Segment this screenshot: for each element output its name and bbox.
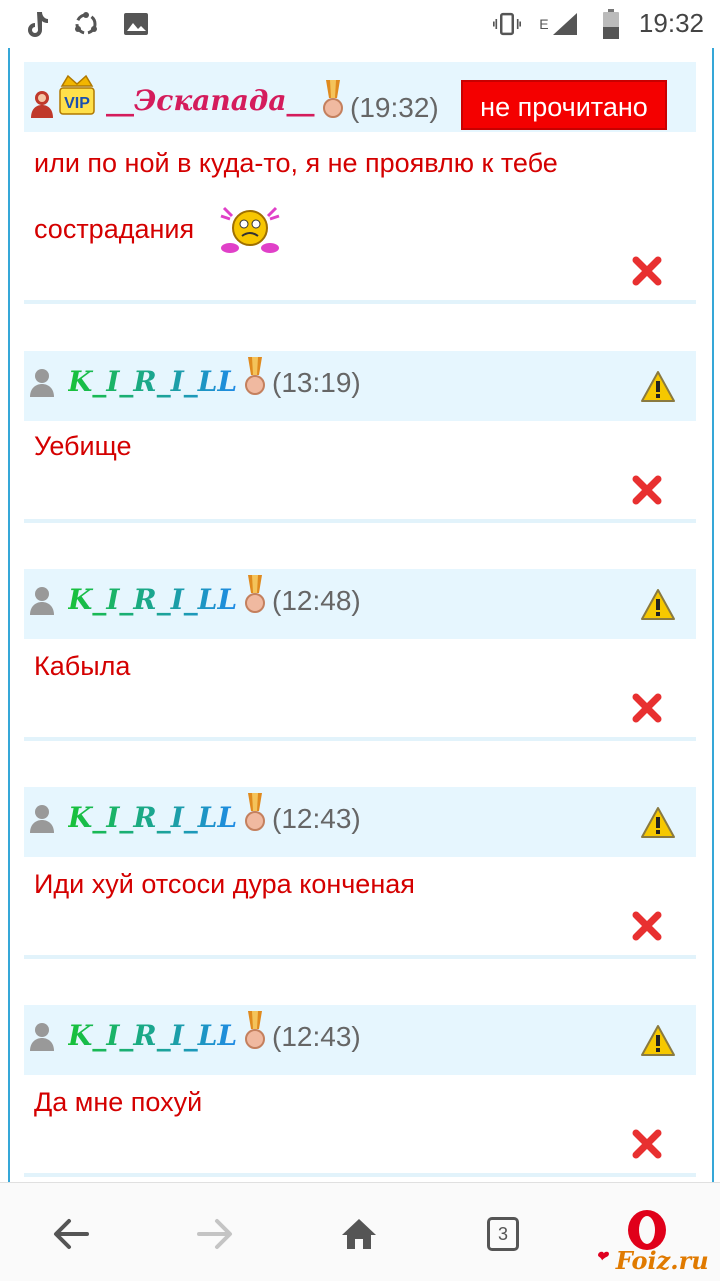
heart-icon: ❤	[596, 1249, 608, 1265]
message-separator	[24, 519, 696, 523]
medal-icon	[244, 357, 266, 397]
report-warning-icon[interactable]	[640, 369, 676, 405]
message-text-line: или по ной в куда-то, я не проявлю к теб…	[34, 148, 558, 178]
medal-icon	[244, 575, 266, 615]
tabs-button[interactable]: 3	[478, 1209, 528, 1259]
watermark-logo: ❤ Foiz.ru	[596, 1246, 709, 1275]
message-text: Уебище	[34, 431, 132, 461]
user-avatar-icon[interactable]	[28, 1021, 56, 1051]
message-text-line: сострадания	[34, 196, 558, 262]
tiktok-icon	[22, 10, 50, 38]
delete-message-icon[interactable]	[632, 911, 662, 941]
unread-badge: не прочитано	[461, 80, 667, 130]
report-warning-icon[interactable]	[640, 805, 676, 841]
watermark-text: Foiz.ru	[615, 1246, 709, 1275]
forward-button[interactable]	[190, 1209, 240, 1259]
back-button[interactable]	[46, 1209, 96, 1259]
user-avatar-icon[interactable]	[28, 585, 56, 615]
message-text: Кабыла	[34, 651, 131, 681]
user-nickname[interactable]: K_I_R_I_LL	[68, 583, 237, 616]
status-icons-left	[22, 10, 150, 38]
vip-badge-icon: VIP	[58, 72, 96, 118]
message-separator	[24, 737, 696, 741]
message-text-line-2: сострадания	[34, 214, 195, 244]
report-warning-icon[interactable]	[640, 587, 676, 623]
report-warning-icon[interactable]	[640, 1023, 676, 1059]
message-time: (12:43)	[272, 1021, 361, 1052]
message-time: (12:48)	[272, 585, 361, 616]
tabs-count: 3	[487, 1217, 519, 1251]
message-time: (12:43)	[272, 803, 361, 834]
home-button[interactable]	[334, 1209, 384, 1259]
medal-icon	[244, 1011, 266, 1051]
vibrate-icon	[492, 10, 521, 38]
medal-icon	[322, 80, 344, 120]
battery-icon	[597, 8, 625, 39]
network-type-label: E	[539, 15, 549, 32]
delete-message-icon[interactable]	[632, 475, 662, 505]
delete-message-icon[interactable]	[632, 693, 662, 723]
user-nickname[interactable]: K_I_R_I_LL	[68, 365, 237, 398]
user-nickname[interactable]: K_I_R_I_LL	[68, 1019, 237, 1052]
messages-frame[interactable]: VIP __Эскапада__ (19:32) не прочитано ил…	[8, 48, 714, 1182]
signal-icon: E	[535, 10, 583, 38]
status-bar: E 19:32	[0, 0, 720, 48]
crying-smiley-icon	[218, 202, 282, 256]
message-time: (13:19)	[272, 367, 361, 398]
user-nickname[interactable]: K_I_R_I_LL	[68, 801, 237, 834]
status-time: 19:32	[638, 8, 704, 38]
message-separator	[24, 1173, 696, 1177]
message-separator	[24, 300, 696, 304]
image-icon	[122, 10, 150, 38]
status-icons-right: E 19:32	[492, 8, 704, 39]
delete-message-icon[interactable]	[632, 256, 662, 286]
message-time: (19:32)	[350, 92, 439, 123]
medal-icon	[244, 793, 266, 833]
user-avatar-icon[interactable]	[28, 803, 56, 833]
sync-icon	[72, 10, 100, 38]
user-nickname[interactable]: __Эскапада__	[106, 84, 315, 117]
message-text: или по ной в куда-то, я не проявлю к теб…	[34, 130, 558, 262]
female-avatar-icon[interactable]	[28, 88, 56, 118]
vip-label: VIP	[64, 95, 90, 112]
user-avatar-icon[interactable]	[28, 367, 56, 397]
message-text: Да мне похуй	[34, 1087, 203, 1117]
delete-message-icon[interactable]	[632, 1129, 662, 1159]
message-text: Иди хуй отсоси дура конченая	[34, 869, 415, 899]
message-separator	[24, 955, 696, 959]
